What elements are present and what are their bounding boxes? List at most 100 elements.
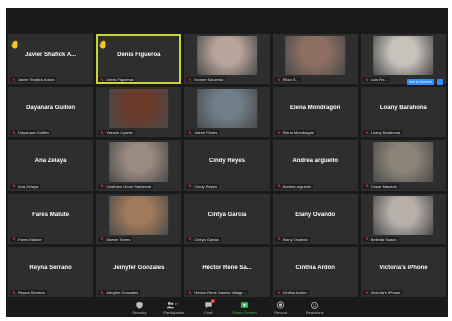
mic-muted-icon — [276, 131, 281, 135]
participant-tile[interactable]: César Macedo — [360, 140, 446, 191]
security-button[interactable]: Security — [129, 301, 149, 315]
share-screen-label: Share Screen — [232, 310, 257, 315]
participant-name-label: Yasmin Cyanis — [98, 130, 135, 136]
participant-name-label: Jaime Flores — [186, 130, 220, 136]
participant-label-text: Dayanara Guillen — [18, 130, 49, 136]
participant-name-label: Loany Barahona — [362, 130, 403, 136]
participant-tile[interactable]: Cristhian Omar Sandoval — [96, 140, 182, 191]
participant-label-text: Héctor René Santos Villagr... — [194, 290, 246, 295]
mic-muted-icon — [365, 131, 369, 135]
reactions-button[interactable]: Reactions — [305, 301, 325, 315]
participant-tile[interactable]: Jeinyfer Gonzales Jeinyfer Gonzales — [96, 246, 182, 297]
participant-label-text: Javier Shafick Aduro — [18, 77, 55, 83]
participant-label-text: Denis Figueroa — [106, 77, 134, 83]
more-options-button[interactable] — [436, 79, 443, 86]
participant-tile[interactable]: Dayanara Guillen Dayanara Guillen — [8, 87, 94, 138]
mic-muted-icon — [12, 77, 16, 82]
participant-label-text: Ritza S... — [282, 77, 299, 83]
participant-display-name: Victoria's iPhone — [379, 264, 428, 271]
participant-tile[interactable]: Loany Barahona Loany Barahona — [360, 87, 446, 138]
participant-label-text: Yasmin Cyanis — [106, 130, 133, 136]
participant-tile[interactable]: Denis Figueroa Denis Figueroa — [96, 34, 182, 85]
participant-name-label: Denis Figueroa — [98, 77, 136, 83]
chat-label: Chat — [203, 310, 213, 315]
participant-tile[interactable]: Ritza S... — [272, 34, 358, 85]
participants-count: 47 — [174, 302, 179, 306]
participant-name-label: Ana Zelaya — [10, 183, 41, 189]
participant-name-label: Javier Shafick Aduro — [10, 77, 57, 83]
participant-video — [197, 89, 257, 129]
participant-name-label: Ritza S... — [274, 77, 301, 83]
share-screen-button[interactable]: Share Screen — [232, 301, 257, 315]
participants-label: Participants — [163, 310, 185, 315]
participant-label-text: Elena Mondragón — [282, 130, 315, 136]
participant-video — [285, 36, 346, 76]
participant-name-label: Dayanara Guillen — [10, 130, 51, 136]
participant-tile[interactable]: Ivonne Saucedo — [184, 34, 270, 85]
mic-muted-icon — [12, 131, 16, 135]
participant-display-name: Andrea arguello — [292, 158, 339, 165]
participants-button[interactable]: 47 Participants — [163, 301, 184, 315]
mic-muted-icon — [100, 77, 104, 82]
participant-video — [108, 89, 169, 129]
participant-tile[interactable]: Héctor René Sa... Héctor René Santos Vill… — [184, 246, 270, 297]
participant-tile[interactable]: Reyna Serrano Reyna Serrano — [8, 246, 94, 297]
participant-display-name: Dayanara Guillen — [26, 105, 76, 112]
mic-muted-icon — [188, 237, 193, 242]
participant-tile[interactable]: Cindy Reyes Cindy Reyes — [184, 140, 270, 191]
participant-tile[interactable]: Jaime Flores — [184, 87, 270, 138]
mic-muted-icon — [276, 77, 281, 82]
participant-name-label: Cristhian Omar Sandoval — [98, 183, 153, 189]
participant-label-text: Belinda Suazo — [370, 236, 397, 242]
chat-button[interactable]: 1 Chat — [198, 299, 218, 315]
participant-name-label: Cindy Reyes — [186, 183, 220, 189]
participant-name-label: Reyna Serrano — [10, 290, 47, 295]
participant-name-label: Elena Mondragón — [274, 130, 317, 136]
participant-label-text: Ivonne Saucedo — [194, 77, 224, 83]
participant-tile[interactable]: Andrea arguello Andrea arguello — [272, 140, 358, 191]
participant-tile[interactable]: Cinthia Ardón Cinthia Ardón — [272, 246, 358, 297]
participant-label-text: Cindy Reyes — [194, 183, 218, 189]
participant-name-label: César Macedo — [362, 183, 399, 189]
ask-to-unmute-button[interactable]: Ask to Unmute — [407, 79, 434, 86]
participant-video — [108, 195, 169, 235]
participant-display-name: Fares Matute — [32, 211, 70, 218]
participant-tile[interactable]: Fares Matute Fares Matute — [8, 193, 94, 244]
participant-tile[interactable]: Belinda Suazo — [360, 193, 446, 244]
mic-muted-icon — [12, 237, 16, 242]
participant-label-text: Cristhian Omar Sandoval — [106, 183, 151, 189]
participant-display-name: Cinthia Ardón — [295, 264, 335, 271]
mic-muted-icon — [100, 237, 104, 242]
participant-name-label: Andrea arguello — [274, 183, 313, 189]
participant-display-name: Loany Barahona — [379, 105, 427, 112]
participant-label-text: Andrea arguello — [282, 183, 311, 189]
participant-tile[interactable]: Victoria's iPhone Victoria's iPhone — [360, 246, 446, 297]
participant-name-label: Jeinyfer Gonzales — [98, 290, 141, 295]
participant-label-text: César Macedo — [370, 183, 397, 189]
mic-muted-icon — [100, 184, 104, 188]
participant-label-text: Reyna Serrano — [18, 290, 45, 295]
mic-muted-icon — [188, 131, 193, 135]
participant-display-name: Denis Figueroa — [117, 52, 161, 59]
participant-tile[interactable]: Elena Mondragón Elena Mondragón — [272, 87, 358, 138]
participant-label-text: Loany Barahona — [370, 130, 401, 136]
participant-label-text: Marvin Torres — [106, 236, 131, 242]
participant-video — [373, 36, 434, 76]
participant-video — [197, 36, 257, 76]
participant-tile[interactable]: Ana Zelaya Ana Zelaya — [8, 140, 94, 191]
participant-display-name: Cindy Reyes — [208, 158, 245, 165]
participant-label-text: Fares Matute — [18, 236, 42, 242]
participant-name-label: Elany Ovando — [274, 236, 310, 242]
participant-tile[interactable]: Yasmin Cyanis — [96, 87, 182, 138]
participant-tile[interactable]: Luis Ro... Ask to Unmute — [360, 34, 446, 86]
record-button[interactable]: Record — [271, 301, 291, 315]
mic-muted-icon — [100, 290, 104, 295]
participant-tile[interactable]: Elany Ovando Elany Ovando — [272, 193, 358, 244]
mic-muted-icon — [12, 290, 16, 295]
participant-video — [373, 195, 434, 235]
participant-tile[interactable]: Marvin Torres — [96, 193, 182, 244]
participant-tile[interactable]: Javier Shafick A... Javier Shafick Aduro — [8, 34, 94, 85]
raised-hand-icon — [11, 36, 19, 49]
participant-label-text: Jaime Flores — [194, 130, 218, 136]
participant-tile[interactable]: Cintya Garcia Cintya Garcia — [184, 193, 270, 244]
